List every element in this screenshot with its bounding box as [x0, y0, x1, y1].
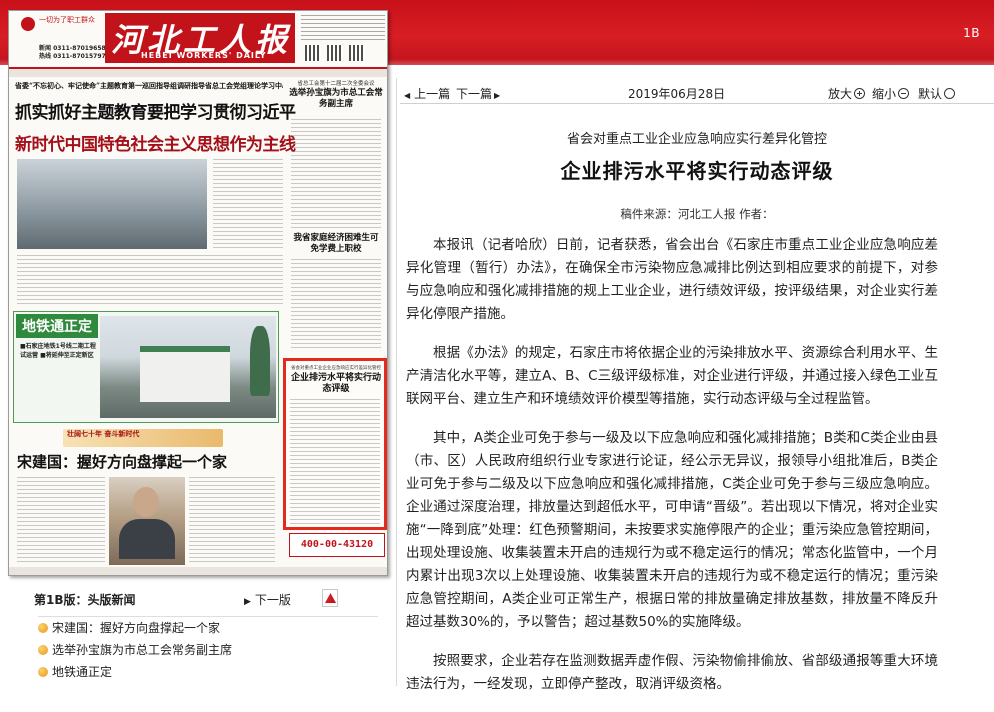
selected-article-highlight[interactable]: 省会对重点工业企业应急响应实行差异化管控 企业排污水平将实行动态评级 — [283, 358, 387, 530]
article-link[interactable]: 选举孙宝旗为市总工会常务副主席 — [52, 643, 232, 657]
side-story-headline[interactable]: 我省家庭经济困难生可免学费上职校 — [291, 233, 381, 255]
article-list: 宋建国：握好方向盘撑起一个家 选举孙宝旗为市总工会常务副主席 地铁通正定 — [38, 616, 378, 683]
newspaper-title-en: HEBEI WORKERS' DAILY — [141, 51, 267, 60]
page-navigation: 第1B版：头版新闻 ▶ 下一版 — [34, 589, 354, 609]
lead-story-text — [17, 255, 283, 307]
newspaper-masthead: 一切为了职工群众 新闻 0311-87019658 热线 0311-870157… — [9, 11, 387, 69]
feature-story-text — [17, 477, 105, 565]
side-story-headline[interactable]: 选举孙宝旗为市总工会常务副主席 — [289, 88, 383, 110]
previous-article-label: 上一篇 — [414, 87, 451, 101]
article-source: 稿件来源：河北工人报 作者： — [620, 207, 774, 221]
triangle-right-icon: ▶ — [494, 91, 501, 100]
article-link[interactable]: 宋建国：握好方向盘撑起一个家 — [52, 621, 220, 635]
next-article-label: 下一篇 — [456, 87, 493, 101]
lead-story-text — [213, 159, 283, 249]
plus-circle-icon — [854, 88, 866, 99]
bullet-icon — [38, 667, 48, 677]
lead-story[interactable]: 省委“不忘初心、牢记使命”主题教育第一巡回指导组调研指导省总工会党组理论学习中心… — [15, 81, 296, 155]
zoom-default-button[interactable]: 默认 — [918, 85, 956, 102]
metro-story-bullets: ■石家庄地铁1号线二期工程试运营 ■将延伸至正定新区 — [20, 343, 96, 359]
zoom-in-label: 放大 — [828, 87, 853, 101]
next-article-link[interactable]: 下一篇 ▶ — [456, 85, 500, 102]
previous-article-link[interactable]: ◀ 上一篇 — [404, 85, 450, 102]
feature-story-box[interactable]: 壮阔七十年 奋斗新时代 宋建国：握好方向盘撑起一个家 — [13, 429, 279, 569]
article-toolbar: ◀ 上一篇 下一篇 ▶ 2019年06月28日 放大 缩小 默认 — [400, 82, 994, 104]
bullet-icon — [38, 645, 48, 655]
selected-article-headline: 企业排污水平将实行动态评级 — [290, 373, 381, 394]
article-link[interactable]: 地铁通正定 — [52, 665, 112, 679]
pdf-icon[interactable] — [322, 589, 338, 607]
current-page-label: 第1B版：头版新闻 — [34, 593, 136, 607]
bullet-icon — [38, 623, 48, 633]
zoom-out-button[interactable]: 缩小 — [872, 85, 910, 102]
issue-date: 2019年06月28日 — [628, 87, 726, 101]
metro-story-box[interactable]: 地铁通正定 ■石家庄地铁1号线二期工程试运营 ■将延伸至正定新区 — [13, 311, 279, 423]
qr-code-icon — [305, 45, 321, 61]
side-story-text — [291, 259, 381, 351]
feature-portrait-photo — [109, 477, 185, 565]
side-column: 省总工会第十二届二次全委会议 选举孙宝旗为市总工会常务副主席 — [289, 81, 383, 110]
next-page-link[interactable]: ▶ 下一版 — [244, 591, 291, 608]
article-body: 本报讯（记者哈欣）日前，记者获悉，省会出台《石家庄市重点工业企业应急响应差异化管… — [400, 234, 994, 696]
article-subhead: 省会对重点工业企业应急响应实行差异化管控 — [566, 132, 827, 147]
selected-article-text — [290, 399, 380, 525]
side-story-kicker: 省总工会第十二届二次全委会议 — [297, 81, 375, 87]
advertisement: 400-00-43120 — [289, 533, 385, 557]
next-page-label: 下一版 — [254, 593, 291, 607]
feature-banner: 壮阔七十年 奋斗新时代 — [63, 429, 223, 447]
edition-code: 1B — [963, 26, 980, 40]
lead-story-photo — [17, 159, 207, 249]
metro-station-photo — [100, 316, 276, 418]
lead-story-headline: 抓实抓好主题教育要把学习贯彻习近平 — [15, 103, 296, 123]
feature-story-text — [189, 477, 275, 565]
zoom-out-label: 缩小 — [872, 87, 897, 101]
feature-headline: 宋建国：握好方向盘撑起一个家 — [17, 453, 228, 471]
list-item[interactable]: 选举孙宝旗为市总工会常务副主席 — [38, 639, 378, 661]
metro-story-tag: 地铁通正定 — [16, 314, 98, 338]
article-paragraph: 根据《办法》的规定，石家庄市将依据企业的污染排放水平、资源综合利用水平、生产清洁… — [406, 345, 938, 407]
lead-story-headline: 新时代中国特色社会主义思想作为主线 — [15, 135, 296, 155]
circle-icon — [944, 88, 956, 99]
article-paragraph: 其中，A类企业可免于参与一级及以下应急响应和强化减排措施；B类和C类企业由县（市… — [406, 430, 938, 630]
masthead-slogan: 一切为了职工群众 — [39, 16, 95, 24]
hotline-news: 新闻 0311-87019658 — [39, 45, 106, 52]
article-headline: 企业排污水平将实行动态评级 — [560, 159, 834, 183]
newspaper-dateline — [9, 69, 387, 77]
list-item[interactable]: 宋建国：握好方向盘撑起一个家 — [38, 617, 378, 639]
newspaper-logo: 河北工人报 HEBEI WORKERS' DAILY — [105, 13, 295, 63]
list-item[interactable]: 地铁通正定 — [38, 661, 378, 683]
side-story-text — [291, 119, 381, 229]
zoom-in-button[interactable]: 放大 — [828, 85, 866, 102]
newspaper-footer — [9, 567, 387, 575]
union-emblem-icon — [21, 17, 35, 31]
triangle-left-icon: ◀ — [404, 91, 411, 100]
pane-divider — [396, 78, 397, 686]
article-paragraph: 按照要求，企业若存在监测数据弄虚作假、污染物偷排偷放、省部级通报等重大环境违法行… — [406, 653, 938, 692]
minus-circle-icon — [898, 88, 910, 99]
zoom-default-label: 默认 — [918, 87, 943, 101]
selected-article-kicker: 省会对重点工业企业应急响应实行差异化管控 — [291, 366, 381, 371]
masthead-hotlines: 新闻 0311-87019658 热线 0311-87015797 — [39, 45, 106, 61]
masthead-info-text — [301, 15, 385, 41]
newspaper-page-thumbnail[interactable]: 一切为了职工群众 新闻 0311-87019658 热线 0311-870157… — [8, 10, 388, 576]
hotline-tips: 热线 0311-87015797 — [39, 53, 106, 60]
article-paragraph: 本报讯（记者哈欣）日前，记者获悉，省会出台《石家庄市重点工业企业应急响应差异化管… — [406, 237, 938, 322]
qr-code-icon — [349, 45, 365, 61]
article-content: 省会对重点工业企业应急响应实行差异化管控 企业排污水平将实行动态评级 稿件来源：… — [400, 112, 994, 712]
lead-story-kicker: 省委“不忘初心、牢记使命”主题教育第一巡回指导组调研指导省总工会党组理论学习中心… — [15, 81, 283, 90]
qr-code-icon — [327, 45, 343, 61]
triangle-right-icon: ▶ — [244, 597, 251, 607]
